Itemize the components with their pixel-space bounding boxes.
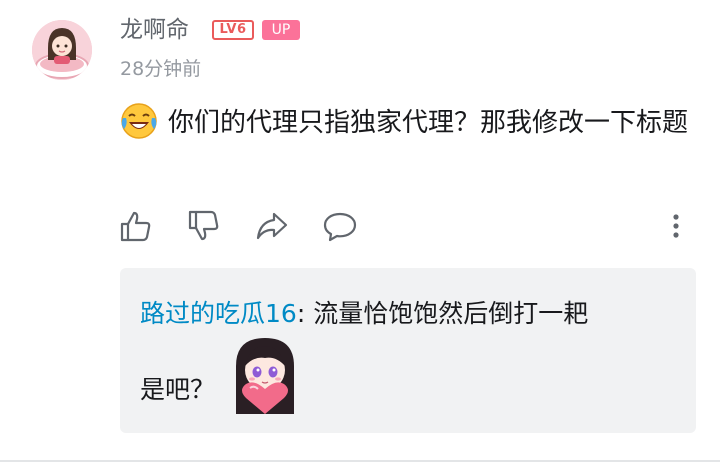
share-icon[interactable] (254, 208, 290, 244)
reply-text-line2: 是吧？ (140, 375, 216, 404)
reply-line-1: 路过的吃瓜16: 流量恰饱饱然后倒打一耙 (140, 290, 680, 338)
reply-text-line1: 流量恰饱饱然后倒打一耙 (305, 299, 589, 328)
comment-text: 你们的代理只指独家代理？那我修改一下标题 (168, 108, 689, 138)
thumbs-up-icon[interactable] (118, 208, 154, 244)
up-badge: UP (262, 20, 300, 40)
anime-girl-heart-sticker-icon (236, 338, 294, 414)
avatar[interactable] (32, 20, 92, 80)
reply-username[interactable]: 路过的吃瓜16 (140, 299, 297, 328)
avatar-image (32, 20, 92, 80)
comment-timestamp: 28分钟前 (120, 58, 202, 80)
level-badge: LV6 (212, 20, 254, 40)
more-vertical-icon[interactable] (664, 208, 688, 244)
comment-username[interactable]: 龙啊命 (120, 14, 189, 46)
thumbs-down-icon[interactable] (186, 208, 222, 244)
divider (0, 460, 720, 462)
comment-bubble-icon[interactable] (322, 208, 358, 244)
reply-separator: : (296, 299, 306, 328)
